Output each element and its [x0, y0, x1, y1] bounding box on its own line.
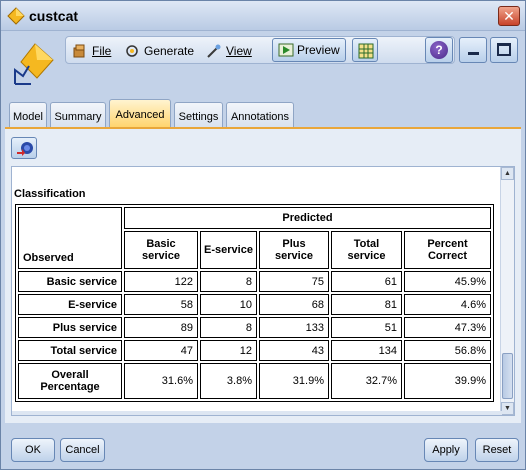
- table-cell: 8: [200, 271, 257, 292]
- tab-advanced[interactable]: Advanced: [109, 99, 171, 128]
- tab-annotations[interactable]: Annotations: [226, 102, 294, 128]
- table-cell: 3.8%: [200, 363, 257, 399]
- table-cell: 61: [331, 271, 402, 292]
- vertical-scrollbar[interactable]: ▲ ▼: [500, 167, 514, 415]
- view-menu-label: View: [226, 44, 252, 58]
- close-button[interactable]: ✕: [498, 6, 520, 26]
- table-cell: 122: [124, 271, 198, 292]
- preview-button[interactable]: Preview: [272, 38, 346, 62]
- minimize-button[interactable]: [459, 37, 487, 63]
- row-label: Overall Percentage: [18, 363, 122, 399]
- predicted-header: Predicted: [124, 207, 491, 229]
- table-cell: 31.9%: [259, 363, 329, 399]
- row-label: E-service: [18, 294, 122, 315]
- reset-button[interactable]: Reset: [475, 438, 519, 462]
- window-title: custcat: [29, 8, 79, 24]
- table-output-button[interactable]: [352, 38, 378, 62]
- column-header: E-service: [200, 231, 257, 269]
- dialog-window: custcat ✕ File Generate View Preview ? M…: [0, 0, 526, 470]
- tab-model[interactable]: Model: [9, 102, 47, 128]
- model-nugget-icon: [14, 43, 54, 85]
- row-label: Plus service: [18, 317, 122, 338]
- table-row: Total service 47 12 43 134 56.8%: [18, 340, 491, 361]
- scrollbar-thumb[interactable]: [502, 353, 513, 399]
- table-cell: 47.3%: [404, 317, 491, 338]
- generate-menu-label: Generate: [144, 44, 195, 58]
- table-cell: 51: [331, 317, 402, 338]
- table-row: E-service 58 10 68 81 4.6%: [18, 294, 491, 315]
- generate-menu[interactable]: Generate: [124, 42, 194, 60]
- column-header: Percent Correct: [404, 231, 491, 269]
- table-cell: 134: [331, 340, 402, 361]
- table-cell: 75: [259, 271, 329, 292]
- column-header: Total service: [331, 231, 402, 269]
- row-label: Basic service: [18, 271, 122, 292]
- menu-bar: File Generate View Preview: [65, 36, 455, 64]
- table-row: Basic service 122 8 75 61 45.9%: [18, 271, 491, 292]
- app-diamond-icon: [7, 7, 25, 25]
- table-cell: 81: [331, 294, 402, 315]
- toolbar-area: File Generate View Preview ?: [1, 32, 525, 102]
- help-icon: ?: [430, 41, 448, 59]
- cancel-button[interactable]: Cancel: [60, 438, 105, 462]
- table-row: Plus service 89 8 133 51 47.3%: [18, 317, 491, 338]
- help-button[interactable]: ?: [425, 37, 453, 63]
- column-header: Plus service: [259, 231, 329, 269]
- minimize-icon: [468, 52, 479, 55]
- output-viewer[interactable]: Classification Observed Predicted Basic …: [11, 166, 515, 416]
- table-cell: 89: [124, 317, 198, 338]
- file-menu-label: File: [92, 44, 112, 58]
- view-menu[interactable]: View: [206, 42, 252, 60]
- horizontal-scrollbar[interactable]: [12, 411, 502, 415]
- file-menu[interactable]: File: [72, 42, 111, 60]
- scroll-up-icon[interactable]: ▲: [501, 167, 514, 180]
- ok-button[interactable]: OK: [11, 438, 55, 462]
- table-cell: 39.9%: [404, 363, 491, 399]
- export-output-button[interactable]: [11, 137, 37, 159]
- table-cell: 45.9%: [404, 271, 491, 292]
- maximize-icon: [497, 43, 511, 56]
- tab-settings[interactable]: Settings: [174, 102, 223, 128]
- tab-summary[interactable]: Summary: [50, 102, 106, 128]
- table-cell: 31.6%: [124, 363, 198, 399]
- table-cell: 43: [259, 340, 329, 361]
- apply-button[interactable]: Apply: [424, 438, 468, 462]
- row-label: Total service: [18, 340, 122, 361]
- classification-table: Observed Predicted Basic service E-servi…: [15, 204, 494, 402]
- export-icon: [17, 142, 33, 156]
- table-cell: 68: [259, 294, 329, 315]
- file-icon: [73, 44, 85, 58]
- table-row: Overall Percentage 31.6% 3.8% 31.9% 32.7…: [18, 363, 491, 399]
- observed-header: Observed: [18, 207, 122, 269]
- table-cell: 12: [200, 340, 257, 361]
- preview-play-icon: [278, 43, 294, 57]
- column-header: Basic service: [124, 231, 198, 269]
- table-cell: 133: [259, 317, 329, 338]
- generate-icon: [126, 45, 138, 57]
- table-cell: 58: [124, 294, 198, 315]
- view-icon: [207, 44, 221, 58]
- table-cell: 47: [124, 340, 198, 361]
- close-icon: ✕: [503, 8, 515, 24]
- classification-title: Classification: [14, 188, 86, 200]
- table-cell: 4.6%: [404, 294, 491, 315]
- table-cell: 8: [200, 317, 257, 338]
- table-grid-icon: [358, 43, 374, 59]
- table-cell: 10: [200, 294, 257, 315]
- table-cell: 56.8%: [404, 340, 491, 361]
- maximize-button[interactable]: [490, 37, 518, 63]
- preview-label: Preview: [297, 43, 340, 57]
- title-bar[interactable]: custcat ✕: [1, 1, 525, 31]
- scroll-down-icon[interactable]: ▼: [501, 402, 514, 415]
- table-cell: 32.7%: [331, 363, 402, 399]
